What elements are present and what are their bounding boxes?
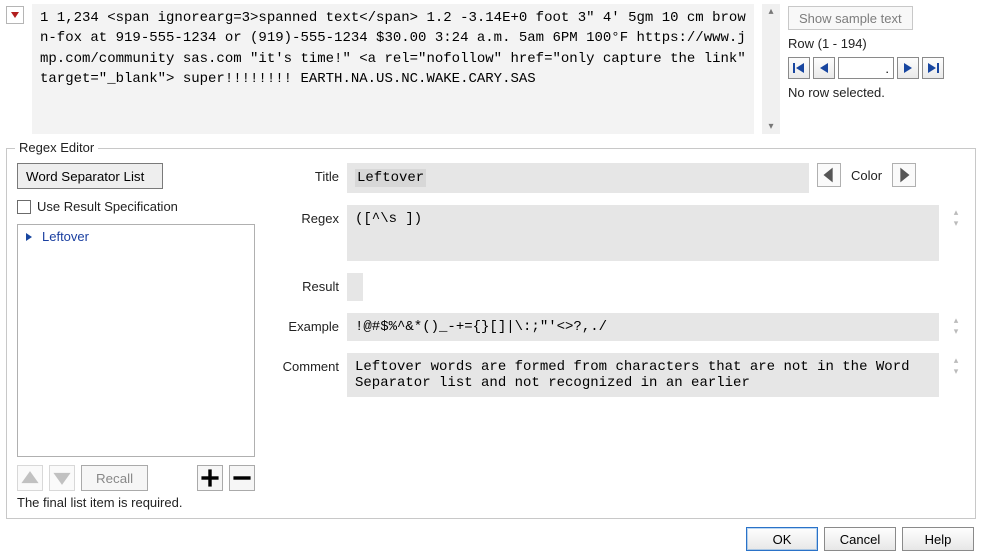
caret-up-icon: ▴ bbox=[954, 207, 959, 218]
caret-down-icon: ▾ bbox=[954, 218, 959, 229]
row-prev-button[interactable] bbox=[813, 57, 835, 79]
color-label: Color bbox=[851, 168, 882, 183]
regex-scrollbar[interactable]: ▴▾ bbox=[947, 205, 965, 231]
panel-menu-button[interactable] bbox=[6, 6, 24, 24]
add-item-button[interactable] bbox=[197, 465, 223, 491]
row-next-button[interactable] bbox=[897, 57, 919, 79]
caret-up-icon: ▴ bbox=[954, 355, 959, 366]
example-field[interactable]: !@#$%^&*()_-+={}[]|\:;"'<>?,./ bbox=[347, 313, 939, 341]
example-scrollbar[interactable]: ▴▾ bbox=[947, 313, 965, 339]
example-label: Example bbox=[267, 313, 339, 334]
row-number-input[interactable] bbox=[838, 57, 894, 79]
recall-button[interactable]: Recall bbox=[81, 465, 148, 491]
use-result-spec-checkbox[interactable] bbox=[17, 200, 31, 214]
cancel-button[interactable]: Cancel bbox=[824, 527, 896, 551]
title-field[interactable]: Leftover bbox=[347, 163, 809, 193]
help-button[interactable]: Help bbox=[902, 527, 974, 551]
caret-down-icon: ▾ bbox=[954, 366, 959, 377]
color-prev-button[interactable] bbox=[817, 163, 841, 187]
required-note: The final list item is required. bbox=[17, 495, 255, 510]
sample-text-area: 1 1,234 <span ignorearg=3>spanned text</… bbox=[32, 4, 754, 134]
result-field[interactable] bbox=[347, 273, 363, 301]
regex-field[interactable]: ([^\s ]) bbox=[347, 205, 939, 261]
ok-button[interactable]: OK bbox=[746, 527, 818, 551]
pattern-listbox[interactable]: Leftover bbox=[17, 224, 255, 457]
sample-scrollbar[interactable]: ▴ ▾ bbox=[762, 4, 780, 134]
remove-item-button[interactable] bbox=[229, 465, 255, 491]
row-last-button[interactable] bbox=[922, 57, 944, 79]
list-item-label: Leftover bbox=[42, 229, 89, 244]
color-next-button[interactable] bbox=[892, 163, 916, 187]
caret-up-icon: ▴ bbox=[954, 315, 959, 326]
comment-field[interactable]: Leftover words are formed from character… bbox=[347, 353, 939, 397]
scroll-down-icon: ▾ bbox=[762, 121, 780, 132]
sample-text: 1 1,234 <span ignorearg=3>spanned text</… bbox=[40, 10, 746, 87]
regex-label: Regex bbox=[267, 205, 339, 226]
row-status-text: No row selected. bbox=[788, 85, 976, 100]
move-up-button bbox=[17, 465, 43, 491]
row-first-button[interactable] bbox=[788, 57, 810, 79]
title-label: Title bbox=[267, 163, 339, 184]
word-separator-list-button[interactable]: Word Separator List bbox=[17, 163, 163, 189]
use-result-spec-label: Use Result Specification bbox=[37, 199, 178, 214]
move-down-button bbox=[49, 465, 75, 491]
regex-editor-group: Regex Editor Word Separator List Use Res… bbox=[6, 148, 976, 519]
color-stepper: Color bbox=[817, 163, 916, 187]
comment-scrollbar[interactable]: ▴▾ bbox=[947, 353, 965, 379]
disclosure-icon bbox=[24, 232, 34, 242]
comment-label: Comment bbox=[267, 353, 339, 374]
show-sample-text-button[interactable]: Show sample text bbox=[788, 6, 913, 30]
caret-down-icon: ▾ bbox=[954, 326, 959, 337]
result-label: Result bbox=[267, 273, 339, 294]
list-item[interactable]: Leftover bbox=[22, 227, 250, 246]
scroll-up-icon: ▴ bbox=[762, 6, 780, 17]
row-range-label: Row (1 - 194) bbox=[788, 36, 976, 51]
regex-editor-legend: Regex Editor bbox=[15, 140, 98, 155]
